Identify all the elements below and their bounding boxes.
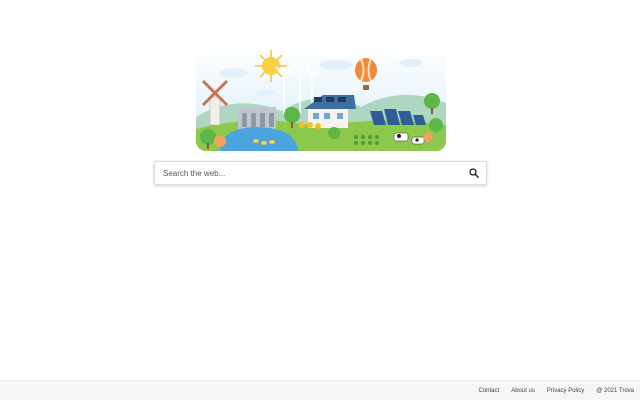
search-icon: [469, 168, 479, 178]
search-box: [154, 161, 487, 185]
footer: Contact About us Privacy Policy @ 2021 T…: [0, 380, 640, 400]
privacy-policy-link[interactable]: Privacy Policy: [547, 388, 584, 394]
contact-link[interactable]: Contact: [479, 388, 500, 394]
landscape-illustration: [196, 45, 446, 151]
copyright-text: @ 2021 Trova: [596, 387, 634, 394]
footer-links: Contact About us Privacy Policy @ 2021 T…: [467, 381, 635, 400]
search-button[interactable]: [466, 165, 482, 181]
about-us-link[interactable]: About us: [511, 388, 535, 394]
search-input[interactable]: [155, 162, 455, 184]
